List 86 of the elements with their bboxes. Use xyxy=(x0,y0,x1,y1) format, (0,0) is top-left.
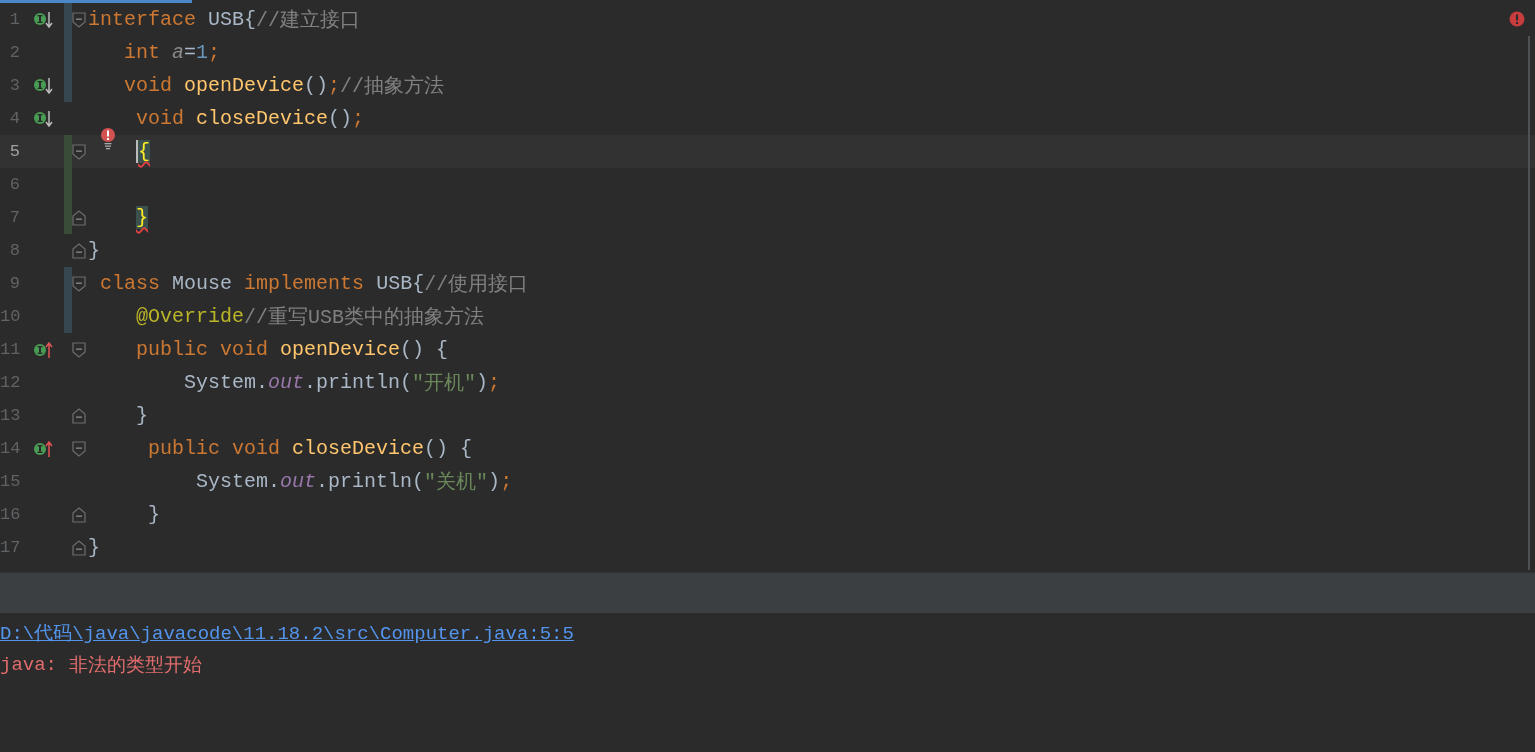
fold-icon[interactable] xyxy=(72,143,86,160)
code-token: openDevice xyxy=(184,74,305,97)
code-token: //建立接口 xyxy=(256,8,361,33)
code-token: interface xyxy=(88,8,197,31)
line-number: 3 xyxy=(8,76,20,95)
code-token: public void xyxy=(136,338,269,361)
line-number: 1 xyxy=(8,10,20,29)
code-token: @Override xyxy=(136,305,245,328)
code-token: () xyxy=(328,107,353,130)
code-token: public void xyxy=(148,437,281,460)
code-token: System. xyxy=(196,470,281,493)
unfold-icon[interactable] xyxy=(72,242,86,259)
implemented-icon[interactable] xyxy=(34,109,54,128)
code-token: () { xyxy=(400,338,449,361)
fold-icon[interactable] xyxy=(72,275,86,292)
code-token: ; xyxy=(500,470,513,493)
unfold-icon[interactable] xyxy=(72,407,86,424)
code-token: out xyxy=(268,371,305,394)
unfold-icon[interactable] xyxy=(72,209,86,226)
code-token: .println( xyxy=(304,371,413,394)
code-token: //重写USB类中的抽象方法 xyxy=(244,305,485,330)
code-token: System. xyxy=(184,371,269,394)
unfold-icon[interactable] xyxy=(72,506,86,523)
file-link[interactable]: D:\代码\java\javacode\11.18.2\src\Computer.java:5:5 xyxy=(0,620,574,646)
line-number: 14 xyxy=(0,439,20,458)
error-label: java: xyxy=(0,654,57,676)
code-token: out xyxy=(280,470,317,493)
code-token: } xyxy=(136,404,149,427)
code-token: a xyxy=(172,41,185,64)
overrides-icon[interactable] xyxy=(34,340,54,359)
code-token: } xyxy=(88,536,100,559)
code-token: //使用接口 xyxy=(424,272,529,297)
code-token: .println( xyxy=(316,470,425,493)
line-number: 8 xyxy=(8,241,20,260)
code-token: ; xyxy=(488,371,501,394)
line-number: 9 xyxy=(8,274,20,293)
implemented-icon[interactable] xyxy=(34,10,54,29)
fold-icon[interactable] xyxy=(72,11,86,28)
line-number: 13 xyxy=(0,406,20,425)
code-token: ; xyxy=(352,107,365,130)
line-number: 11 xyxy=(0,340,20,359)
code-token: USB{ xyxy=(208,8,257,31)
code-token: ) xyxy=(488,470,501,493)
code-token: } xyxy=(136,206,149,229)
code-token: ) xyxy=(476,371,489,394)
code-token: "关机" xyxy=(424,470,489,495)
code-token: () { xyxy=(424,437,473,460)
unfold-icon[interactable] xyxy=(72,539,86,556)
code-token: ; xyxy=(208,41,221,64)
code-token: = xyxy=(184,41,197,64)
code-token: () xyxy=(304,74,329,97)
scrollbar[interactable] xyxy=(1528,36,1530,570)
code-token: implements xyxy=(244,272,365,295)
line-number: 5 xyxy=(8,142,20,161)
line-number: 6 xyxy=(8,175,20,194)
code-token: ; xyxy=(328,74,341,97)
error-message: 非法的类型开始 xyxy=(69,654,202,678)
fold-icon[interactable] xyxy=(72,440,86,457)
code-token: int xyxy=(124,41,161,64)
implemented-icon[interactable] xyxy=(34,76,54,95)
line-number: 17 xyxy=(0,538,20,557)
line-number: 15 xyxy=(0,472,20,491)
code-token: "开机" xyxy=(412,371,477,396)
overrides-icon[interactable] xyxy=(34,439,54,458)
line-number: 12 xyxy=(0,373,20,392)
line-number: 16 xyxy=(0,505,20,524)
line-number: 2 xyxy=(8,43,20,62)
code-token: //抽象方法 xyxy=(340,74,445,99)
code-token: class xyxy=(100,272,161,295)
code-token: } xyxy=(88,239,100,262)
code-token: closeDevice xyxy=(196,107,329,130)
code-token: { xyxy=(136,140,151,163)
code-token: Mouse xyxy=(172,272,233,295)
fold-icon[interactable] xyxy=(72,341,86,358)
line-number: 4 xyxy=(8,109,20,128)
line-number: 7 xyxy=(8,208,20,227)
code-token: } xyxy=(148,503,161,526)
code-token: openDevice xyxy=(280,338,401,361)
line-number: 10 xyxy=(0,307,20,326)
code-token: USB{ xyxy=(376,272,425,295)
code-token: closeDevice xyxy=(292,437,425,460)
code-token: 1 xyxy=(196,41,209,64)
code-token: void xyxy=(124,74,173,97)
error-bulb-icon[interactable] xyxy=(100,128,116,150)
code-token: void xyxy=(136,107,185,130)
error-icon[interactable] xyxy=(1509,11,1525,27)
